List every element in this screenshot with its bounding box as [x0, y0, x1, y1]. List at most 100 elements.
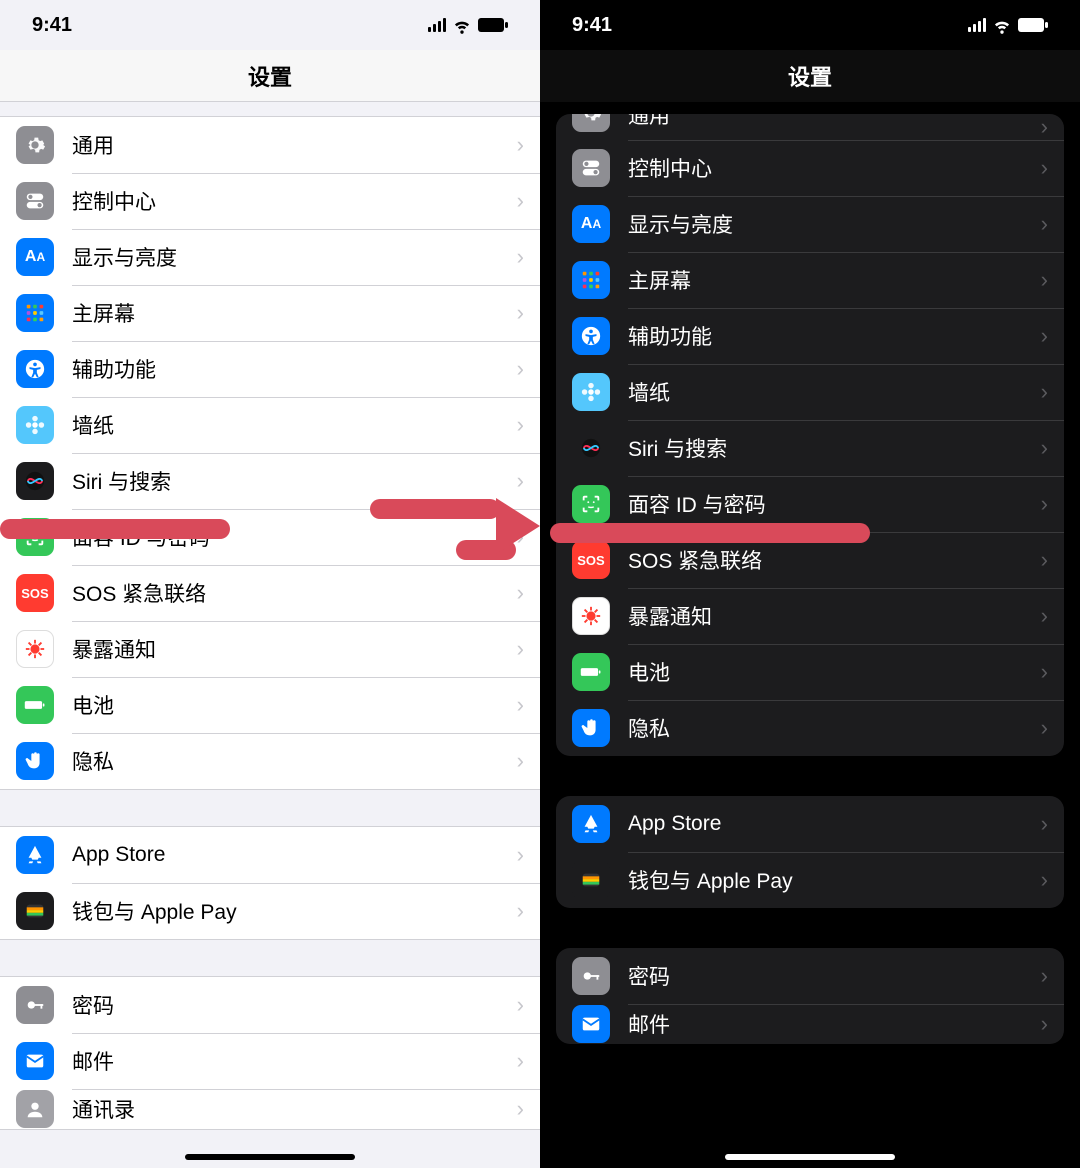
row-sos[interactable]: SOSSOS 紧急联络›: [0, 565, 540, 621]
row-label: 通讯录: [72, 1094, 517, 1124]
status-time: 9:41: [32, 14, 72, 37]
chevron-right-icon: ›: [517, 412, 524, 438]
phone-dark: 9:41 设置 通用›控制中心›AA显示与亮度›主屏幕›辅助功能›墙纸›Siri…: [540, 0, 1080, 1168]
settings-group: 密码›邮件›通讯录›: [0, 976, 540, 1130]
chevron-right-icon: ›: [1041, 547, 1048, 573]
row-passwords[interactable]: 密码›: [0, 977, 540, 1033]
settings-group: 通用›控制中心›AA显示与亮度›主屏幕›辅助功能›墙纸›Siri 与搜索›面容 …: [0, 116, 540, 790]
status-bar: 9:41: [540, 0, 1080, 50]
cellular-icon: [968, 18, 986, 32]
chevron-right-icon: ›: [1041, 114, 1048, 140]
battery-icon: [16, 686, 54, 724]
phone-light: 9:41 设置 通用›控制中心›AA显示与亮度›主屏幕›辅助功能›墙纸›Siri…: [0, 0, 540, 1168]
cellular-icon: [428, 18, 446, 32]
passwords-icon: [572, 957, 610, 995]
contacts-icon: [16, 1090, 54, 1128]
home-indicator[interactable]: [185, 1154, 355, 1160]
row-exposure[interactable]: 暴露通知›: [0, 621, 540, 677]
chevron-right-icon: ›: [517, 636, 524, 662]
battery-icon: [572, 653, 610, 691]
status-icons: [428, 15, 508, 35]
row-battery[interactable]: 电池›: [556, 644, 1064, 700]
row-label: 辅助功能: [72, 354, 517, 384]
accessibility-icon: [16, 350, 54, 388]
row-exposure[interactable]: 暴露通知›: [556, 588, 1064, 644]
display-icon: AA: [16, 238, 54, 276]
row-display[interactable]: AA显示与亮度›: [0, 229, 540, 285]
settings-list[interactable]: 通用›控制中心›AA显示与亮度›主屏幕›辅助功能›墙纸›Siri 与搜索›面容 …: [0, 102, 540, 1168]
chevron-right-icon: ›: [517, 188, 524, 214]
settings-group: 通用›控制中心›AA显示与亮度›主屏幕›辅助功能›墙纸›Siri 与搜索›面容 …: [556, 114, 1064, 756]
row-label: 主屏幕: [628, 265, 1041, 295]
row-appstore[interactable]: App Store›: [0, 827, 540, 883]
row-label: 电池: [628, 657, 1041, 687]
privacy-icon: [572, 709, 610, 747]
row-siri[interactable]: Siri 与搜索›: [556, 420, 1064, 476]
row-display[interactable]: AA显示与亮度›: [556, 196, 1064, 252]
row-label: 暴露通知: [628, 601, 1041, 631]
chevron-right-icon: ›: [517, 898, 524, 924]
row-label: 主屏幕: [72, 298, 517, 328]
display-icon: AA: [572, 205, 610, 243]
row-mail[interactable]: 邮件›: [0, 1033, 540, 1089]
row-label: 显示与亮度: [72, 242, 517, 272]
row-accessibility[interactable]: 辅助功能›: [556, 308, 1064, 364]
chevron-right-icon: ›: [517, 300, 524, 326]
chevron-right-icon: ›: [517, 748, 524, 774]
row-privacy[interactable]: 隐私›: [556, 700, 1064, 756]
home-screen-icon: [16, 294, 54, 332]
accessibility-icon: [572, 317, 610, 355]
row-general[interactable]: 通用›: [0, 117, 540, 173]
settings-list[interactable]: 通用›控制中心›AA显示与亮度›主屏幕›辅助功能›墙纸›Siri 与搜索›面容 …: [540, 102, 1080, 1168]
chevron-right-icon: ›: [517, 842, 524, 868]
annotation-arrow-head: [496, 498, 540, 554]
chevron-right-icon: ›: [1041, 603, 1048, 629]
exposure-icon: [572, 597, 610, 635]
row-wallet[interactable]: 钱包与 Apple Pay›: [556, 852, 1064, 908]
row-passwords[interactable]: 密码›: [556, 948, 1064, 1004]
row-wallpaper[interactable]: 墙纸›: [0, 397, 540, 453]
row-wallet[interactable]: 钱包与 Apple Pay›: [0, 883, 540, 939]
status-icons: [968, 15, 1048, 35]
annotation-scribble: [0, 519, 230, 539]
row-home-screen[interactable]: 主屏幕›: [0, 285, 540, 341]
row-contacts[interactable]: 通讯录›: [0, 1089, 540, 1129]
row-accessibility[interactable]: 辅助功能›: [0, 341, 540, 397]
row-general[interactable]: 通用›: [556, 114, 1064, 140]
row-label: SOS 紧急联络: [72, 578, 517, 608]
chevron-right-icon: ›: [1041, 323, 1048, 349]
row-home-screen[interactable]: 主屏幕›: [556, 252, 1064, 308]
row-appstore[interactable]: App Store›: [556, 796, 1064, 852]
annotation-scribble: [550, 523, 870, 543]
chevron-right-icon: ›: [1041, 435, 1048, 461]
general-icon: [16, 126, 54, 164]
wallet-icon: [16, 892, 54, 930]
chevron-right-icon: ›: [517, 580, 524, 606]
wallpaper-icon: [16, 406, 54, 444]
chevron-right-icon: ›: [517, 356, 524, 382]
chevron-right-icon: ›: [1041, 659, 1048, 685]
row-label: 面容 ID 与密码: [628, 489, 1041, 519]
row-label: 隐私: [628, 713, 1041, 743]
chevron-right-icon: ›: [517, 132, 524, 158]
chevron-right-icon: ›: [1041, 867, 1048, 893]
row-battery[interactable]: 电池›: [0, 677, 540, 733]
status-time: 9:41: [572, 14, 612, 37]
row-privacy[interactable]: 隐私›: [0, 733, 540, 789]
control-center-icon: [16, 182, 54, 220]
sos-icon: SOS: [572, 541, 610, 579]
row-control-center[interactable]: 控制中心›: [0, 173, 540, 229]
chevron-right-icon: ›: [1041, 715, 1048, 741]
row-wallpaper[interactable]: 墙纸›: [556, 364, 1064, 420]
home-indicator[interactable]: [725, 1154, 895, 1160]
row-label: 控制中心: [72, 186, 517, 216]
row-control-center[interactable]: 控制中心›: [556, 140, 1064, 196]
chevron-right-icon: ›: [1041, 963, 1048, 989]
passwords-icon: [16, 986, 54, 1024]
settings-group: App Store›钱包与 Apple Pay›: [0, 826, 540, 940]
wifi-icon: [992, 15, 1012, 35]
chevron-right-icon: ›: [517, 1096, 524, 1122]
mail-icon: [16, 1042, 54, 1080]
row-label: 通用: [72, 130, 517, 160]
row-mail[interactable]: 邮件›: [556, 1004, 1064, 1044]
